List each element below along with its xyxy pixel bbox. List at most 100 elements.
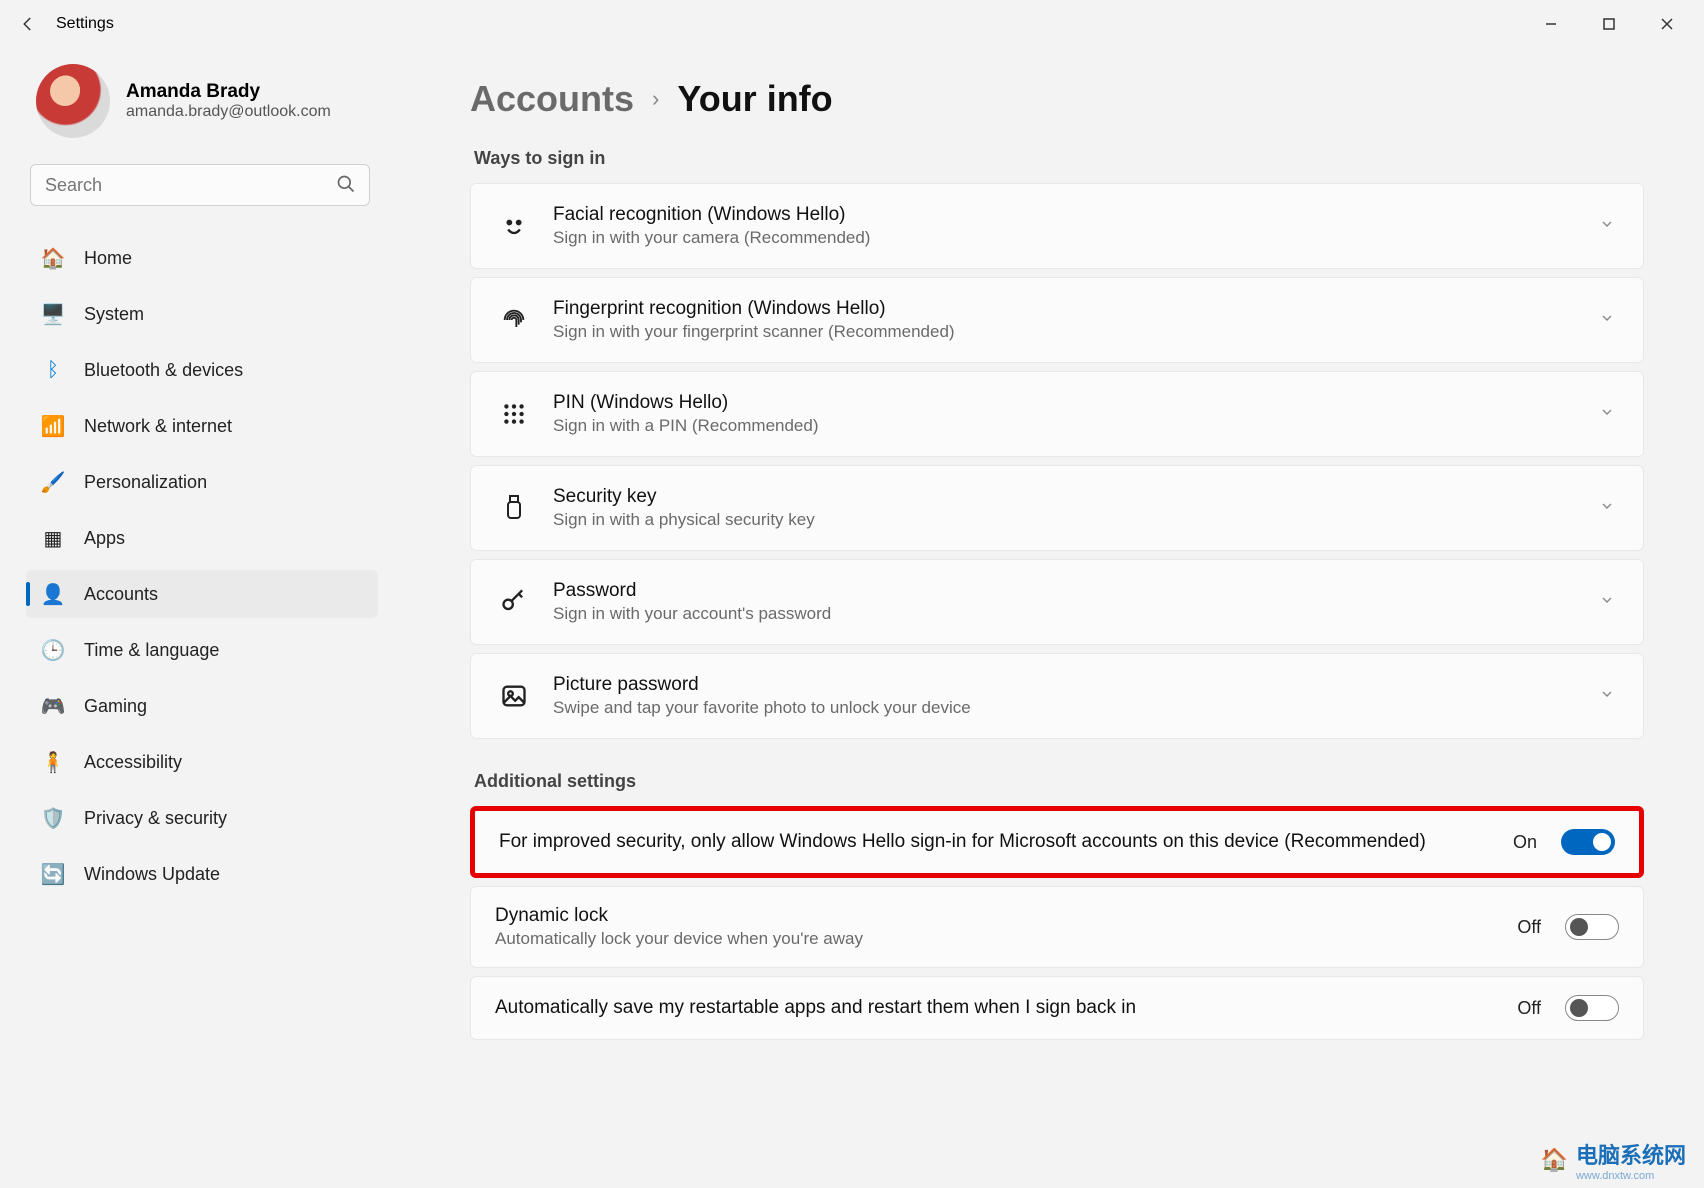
- section-header-additional: Additional settings: [474, 771, 1644, 792]
- nav-bluetooth[interactable]: ᛒ Bluetooth & devices: [26, 346, 378, 394]
- chevron-down-icon: [1599, 310, 1615, 331]
- toggle-dynamic-lock[interactable]: [1565, 914, 1619, 940]
- avatar: [36, 64, 110, 138]
- nav-label: System: [84, 304, 144, 325]
- nav-label: Accessibility: [84, 752, 182, 773]
- setting-title: Dynamic lock: [495, 905, 1497, 927]
- setting-restart-apps: Automatically save my restartable apps a…: [470, 976, 1644, 1040]
- home-icon: 🏠: [40, 245, 66, 271]
- chevron-down-icon: [1599, 216, 1615, 237]
- setting-title: For improved security, only allow Window…: [499, 831, 1493, 853]
- nav-label: Personalization: [84, 472, 207, 493]
- card-title: Facial recognition (Windows Hello): [553, 204, 1577, 226]
- update-icon: 🔄: [40, 861, 66, 887]
- card-subtitle: Sign in with your camera (Recommended): [553, 228, 1577, 248]
- key-icon: [497, 585, 531, 619]
- card-subtitle: Sign in with your account's password: [553, 604, 1577, 624]
- card-subtitle: Sign in with your fingerprint scanner (R…: [553, 322, 1577, 342]
- nav-privacy[interactable]: 🛡️ Privacy & security: [26, 794, 378, 842]
- chevron-down-icon: [1599, 592, 1615, 613]
- toggle-restart-apps[interactable]: [1565, 995, 1619, 1021]
- watermark-text: 电脑系统网: [1576, 1143, 1686, 1168]
- nav-label: Privacy & security: [84, 808, 227, 829]
- breadcrumb-parent[interactable]: Accounts: [470, 78, 634, 120]
- gaming-icon: 🎮: [40, 693, 66, 719]
- close-button[interactable]: [1638, 4, 1696, 44]
- setting-subtitle: Automatically lock your device when you'…: [495, 929, 1497, 949]
- nav-label: Network & internet: [84, 416, 232, 437]
- chevron-right-icon: ›: [652, 86, 659, 112]
- card-subtitle: Sign in with a PIN (Recommended): [553, 416, 1577, 436]
- user-email: amanda.brady@outlook.com: [126, 103, 331, 121]
- user-block[interactable]: Amanda Brady amanda.brady@outlook.com: [36, 64, 378, 138]
- clock-icon: 🕒: [40, 637, 66, 663]
- nav-gaming[interactable]: 🎮 Gaming: [26, 682, 378, 730]
- setting-title: Automatically save my restartable apps a…: [495, 997, 1497, 1019]
- search-icon: [336, 174, 356, 199]
- chevron-down-icon: [1599, 686, 1615, 707]
- fingerprint-icon: [497, 303, 531, 337]
- toggle-hello-only[interactable]: [1561, 829, 1615, 855]
- user-name: Amanda Brady: [126, 81, 331, 103]
- breadcrumb: Accounts › Your info: [470, 78, 1644, 120]
- nav-system[interactable]: 🖥️ System: [26, 290, 378, 338]
- window-title: Settings: [56, 15, 114, 33]
- toggle-state-label: On: [1513, 832, 1537, 853]
- chevron-down-icon: [1599, 404, 1615, 425]
- chevron-down-icon: [1599, 498, 1615, 519]
- watermark-sub: www.dnxtw.com: [1576, 1170, 1686, 1182]
- signin-fingerprint[interactable]: Fingerprint recognition (Windows Hello)S…: [470, 277, 1644, 363]
- signin-picture-password[interactable]: Picture passwordSwipe and tap your favor…: [470, 653, 1644, 739]
- search-container: [30, 164, 370, 206]
- house-icon: 🏠: [1541, 1147, 1568, 1173]
- watermark: 🏠 电脑系统网 www.dnxtw.com: [1541, 1138, 1686, 1182]
- toggle-state-label: Off: [1517, 998, 1541, 1019]
- toggle-state-label: Off: [1517, 917, 1541, 938]
- signin-facial[interactable]: Facial recognition (Windows Hello)Sign i…: [470, 183, 1644, 269]
- titlebar: Settings: [0, 0, 1704, 48]
- card-title: Fingerprint recognition (Windows Hello): [553, 298, 1577, 320]
- nav-personalization[interactable]: 🖌️ Personalization: [26, 458, 378, 506]
- section-header-signin: Ways to sign in: [474, 148, 1644, 169]
- nav-update[interactable]: 🔄 Windows Update: [26, 850, 378, 898]
- shield-icon: 🛡️: [40, 805, 66, 831]
- card-subtitle: Sign in with a physical security key: [553, 510, 1577, 530]
- nav-label: Apps: [84, 528, 125, 549]
- system-icon: 🖥️: [40, 301, 66, 327]
- apps-icon: ▦: [40, 525, 66, 551]
- breadcrumb-current: Your info: [677, 78, 832, 120]
- nav-network[interactable]: 📶 Network & internet: [26, 402, 378, 450]
- keypad-icon: [497, 397, 531, 431]
- back-button[interactable]: [8, 4, 48, 44]
- maximize-button[interactable]: [1580, 4, 1638, 44]
- nav-list: 🏠Home 🖥️ System ᛒ Bluetooth & devices 📶 Net…: [26, 234, 378, 898]
- nav-time[interactable]: 🕒 Time & language: [26, 626, 378, 674]
- brush-icon: 🖌️: [40, 469, 66, 495]
- nav-accounts[interactable]: 👤Accounts: [26, 570, 378, 618]
- nav-accessibility[interactable]: 🧍 Accessibility: [26, 738, 378, 786]
- usb-icon: [497, 491, 531, 525]
- nav-apps[interactable]: ▦ Apps: [26, 514, 378, 562]
- card-title: PIN (Windows Hello): [553, 392, 1577, 414]
- accessibility-icon: 🧍: [40, 749, 66, 775]
- signin-security-key[interactable]: Security keySign in with a physical secu…: [470, 465, 1644, 551]
- wifi-icon: 📶: [40, 413, 66, 439]
- search-input[interactable]: [30, 164, 370, 206]
- accounts-icon: 👤: [40, 581, 66, 607]
- bluetooth-icon: ᛒ: [40, 357, 66, 383]
- nav-label: Gaming: [84, 696, 147, 717]
- nav-label: Bluetooth & devices: [84, 360, 243, 381]
- main-content: Accounts › Your info Ways to sign in Fac…: [390, 48, 1704, 1188]
- nav-label: Windows Update: [84, 864, 220, 885]
- card-subtitle: Swipe and tap your favorite photo to unl…: [553, 698, 1577, 718]
- nav-label: Time & language: [84, 640, 219, 661]
- setting-dynamic-lock: Dynamic lockAutomatically lock your devi…: [470, 886, 1644, 968]
- picture-icon: [497, 679, 531, 713]
- signin-password[interactable]: PasswordSign in with your account's pass…: [470, 559, 1644, 645]
- face-icon: [497, 209, 531, 243]
- nav-home[interactable]: 🏠Home: [26, 234, 378, 282]
- card-title: Picture password: [553, 674, 1577, 696]
- minimize-button[interactable]: [1522, 4, 1580, 44]
- card-title: Security key: [553, 486, 1577, 508]
- signin-pin[interactable]: PIN (Windows Hello)Sign in with a PIN (R…: [470, 371, 1644, 457]
